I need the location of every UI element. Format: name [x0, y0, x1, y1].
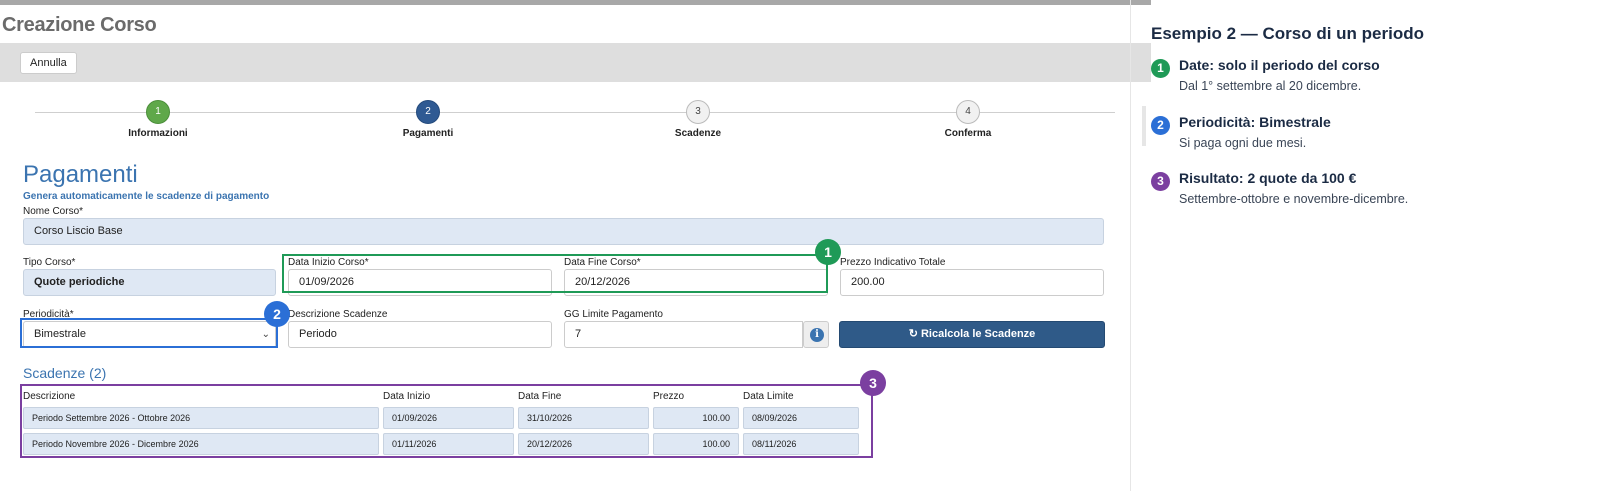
column-header-prezzo: Prezzo — [653, 391, 685, 402]
note-heading: Date: solo il periodo del corso — [1179, 57, 1380, 73]
tipo-corso-label: Tipo Corso* — [23, 257, 76, 268]
step-number: 4 — [956, 100, 980, 124]
note-body: Si paga ogni due mesi. — [1179, 136, 1307, 150]
page-title: Creazione Corso — [2, 14, 157, 36]
periodicita-label: Periodicità* — [23, 309, 74, 320]
note-body: Settembre-ottobre e novembre-dicembre. — [1179, 192, 1409, 206]
note-badge: 2 — [1151, 116, 1170, 135]
cell-data-inizio[interactable]: 01/09/2026 — [383, 407, 514, 429]
explanation-panel: Esempio 2 — Corso di un periodo 1 Date: … — [1151, 0, 1600, 491]
wizard-step-conferma[interactable]: 4 Conferma — [888, 100, 1048, 139]
scadenze-title: Scadenze (2) — [23, 365, 107, 381]
cell-prezzo[interactable]: 100.00 — [653, 407, 739, 429]
step-label: Pagamenti — [402, 128, 454, 139]
prezzo-totale-label: Prezzo Indicativo Totale — [840, 257, 946, 268]
prezzo-totale-field[interactable]: 200.00 — [840, 269, 1104, 296]
nome-corso-field[interactable]: Corso Liscio Base — [23, 218, 1104, 245]
section-subtitle: Genera automaticamente le scadenze di pa… — [23, 191, 270, 202]
step-label: Informazioni — [128, 128, 188, 139]
descrizione-scadenze-label: Descrizione Scadenze — [288, 309, 388, 320]
note-heading: Periodicità: Bimestrale — [1179, 114, 1331, 130]
data-fine-label: Data Fine Corso* — [564, 257, 641, 268]
data-inizio-field[interactable]: 01/09/2026 — [288, 269, 552, 296]
column-header-data-inizio: Data Inizio — [383, 391, 431, 402]
note-badge: 3 — [1151, 172, 1170, 191]
note-heading: Risultato: 2 quote da 100 € — [1179, 170, 1357, 186]
wizard-step-pagamenti[interactable]: 2 Pagamenti — [348, 100, 508, 139]
panel-divider — [1130, 0, 1131, 491]
step-label: Scadenze — [674, 128, 722, 139]
step-number: 1 — [146, 100, 170, 124]
cell-prezzo[interactable]: 100.00 — [653, 433, 739, 455]
column-header-data-limite: Data Limite — [743, 391, 794, 402]
cancel-button[interactable]: Annulla — [20, 52, 77, 74]
scrollbar[interactable] — [1142, 106, 1146, 146]
periodicita-value: Bimestrale — [34, 328, 86, 340]
note-body: Dal 1° settembre al 20 dicembre. — [1179, 79, 1362, 93]
data-inizio-label: Data Inizio Corso* — [288, 257, 369, 268]
info-icon: i — [810, 328, 824, 342]
app-window: Creazione Corso Annulla 1 Informazioni 2… — [0, 0, 1151, 486]
cell-data-fine[interactable]: 31/10/2026 — [518, 407, 649, 429]
chevron-down-icon: ⌄ — [261, 329, 270, 340]
cell-data-fine[interactable]: 20/12/2026 — [518, 433, 649, 455]
callout-badge-3: 3 — [860, 370, 886, 396]
gg-limite-field[interactable]: 7 — [564, 321, 803, 348]
cell-descrizione[interactable]: Periodo Settembre 2026 - Ottobre 2026 — [23, 407, 379, 429]
column-header-data-fine: Data Fine — [518, 391, 562, 402]
recalculate-button[interactable]: ↻ Ricalcola le Scadenze — [839, 321, 1105, 348]
step-label: Conferma — [944, 128, 992, 139]
gg-limite-label: GG Limite Pagamento — [564, 309, 663, 320]
info-button[interactable]: i — [803, 321, 829, 348]
nome-corso-label: Nome Corso* — [23, 206, 84, 217]
note-badge: 1 — [1151, 59, 1170, 78]
section-title: Pagamenti — [23, 161, 138, 188]
descrizione-scadenze-field[interactable]: Periodo — [288, 321, 552, 348]
toolbar: Annulla — [0, 43, 1151, 82]
tipo-corso-field[interactable]: Quote periodiche — [23, 269, 276, 296]
callout-badge-1: 1 — [815, 239, 841, 265]
data-fine-field[interactable]: 20/12/2026 — [564, 269, 828, 296]
wizard-step-informazioni[interactable]: 1 Informazioni — [78, 100, 238, 139]
callout-badge-2: 2 — [264, 301, 290, 327]
cell-descrizione[interactable]: Periodo Novembre 2026 - Dicembre 2026 — [23, 433, 379, 455]
step-number: 3 — [686, 100, 710, 124]
wizard-step-scadenze[interactable]: 3 Scadenze — [618, 100, 778, 139]
cell-data-limite[interactable]: 08/11/2026 — [743, 433, 859, 455]
periodicita-select[interactable]: Bimestrale ⌄ — [23, 321, 276, 348]
panel-title: Esempio 2 — Corso di un periodo — [1151, 24, 1424, 43]
cell-data-limite[interactable]: 08/09/2026 — [743, 407, 859, 429]
column-header-descrizione: Descrizione — [23, 391, 76, 402]
step-number: 2 — [416, 100, 440, 124]
cell-data-inizio[interactable]: 01/11/2026 — [383, 433, 514, 455]
